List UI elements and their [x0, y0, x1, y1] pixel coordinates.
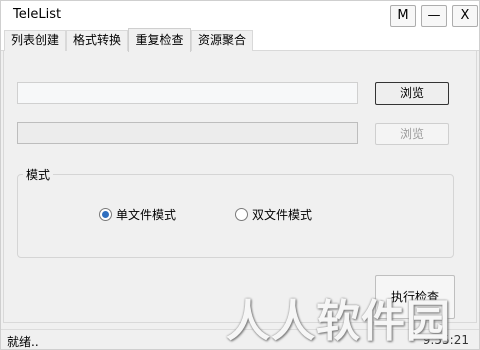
window-title: TeleList: [13, 7, 62, 22]
dual-file-mode-label: 双文件模式: [252, 207, 313, 222]
dual-file-mode-radio[interactable]: 双文件模式: [235, 206, 312, 222]
browse-button-1[interactable]: 浏览: [375, 82, 449, 105]
mode-group-title: 模式: [23, 166, 54, 183]
watermark-logo: 人人软件园: [226, 296, 451, 347]
tab-duplicate-check[interactable]: 重复检查: [128, 28, 191, 52]
radio-unchecked-icon: [235, 207, 248, 221]
m-button[interactable]: M: [390, 5, 416, 27]
tab-strip: 列表创建 格式转换 重复检查 资源聚合: [1, 28, 479, 52]
title-bar: TeleList M — X: [1, 1, 479, 29]
single-file-mode-radio[interactable]: 单文件模式: [99, 206, 176, 222]
close-button[interactable]: X: [452, 5, 478, 27]
tab-list-create[interactable]: 列表创建: [4, 30, 66, 51]
single-file-mode-label: 单文件模式: [116, 207, 177, 222]
minimize-button[interactable]: —: [421, 5, 447, 27]
file-path-input-2[interactable]: [17, 122, 358, 144]
tab-format-convert[interactable]: 格式转换: [66, 30, 128, 51]
tab-resource-aggregate[interactable]: 资源聚合: [191, 30, 253, 51]
status-text: 就绪..: [7, 335, 39, 349]
radio-checked-icon: [99, 207, 112, 221]
file-path-input-1[interactable]: [17, 82, 358, 104]
browse-button-2[interactable]: 浏览: [375, 123, 449, 145]
app-window: TeleList M — X 列表创建 格式转换 重复检查 资源聚合 浏览 浏览…: [0, 0, 480, 350]
